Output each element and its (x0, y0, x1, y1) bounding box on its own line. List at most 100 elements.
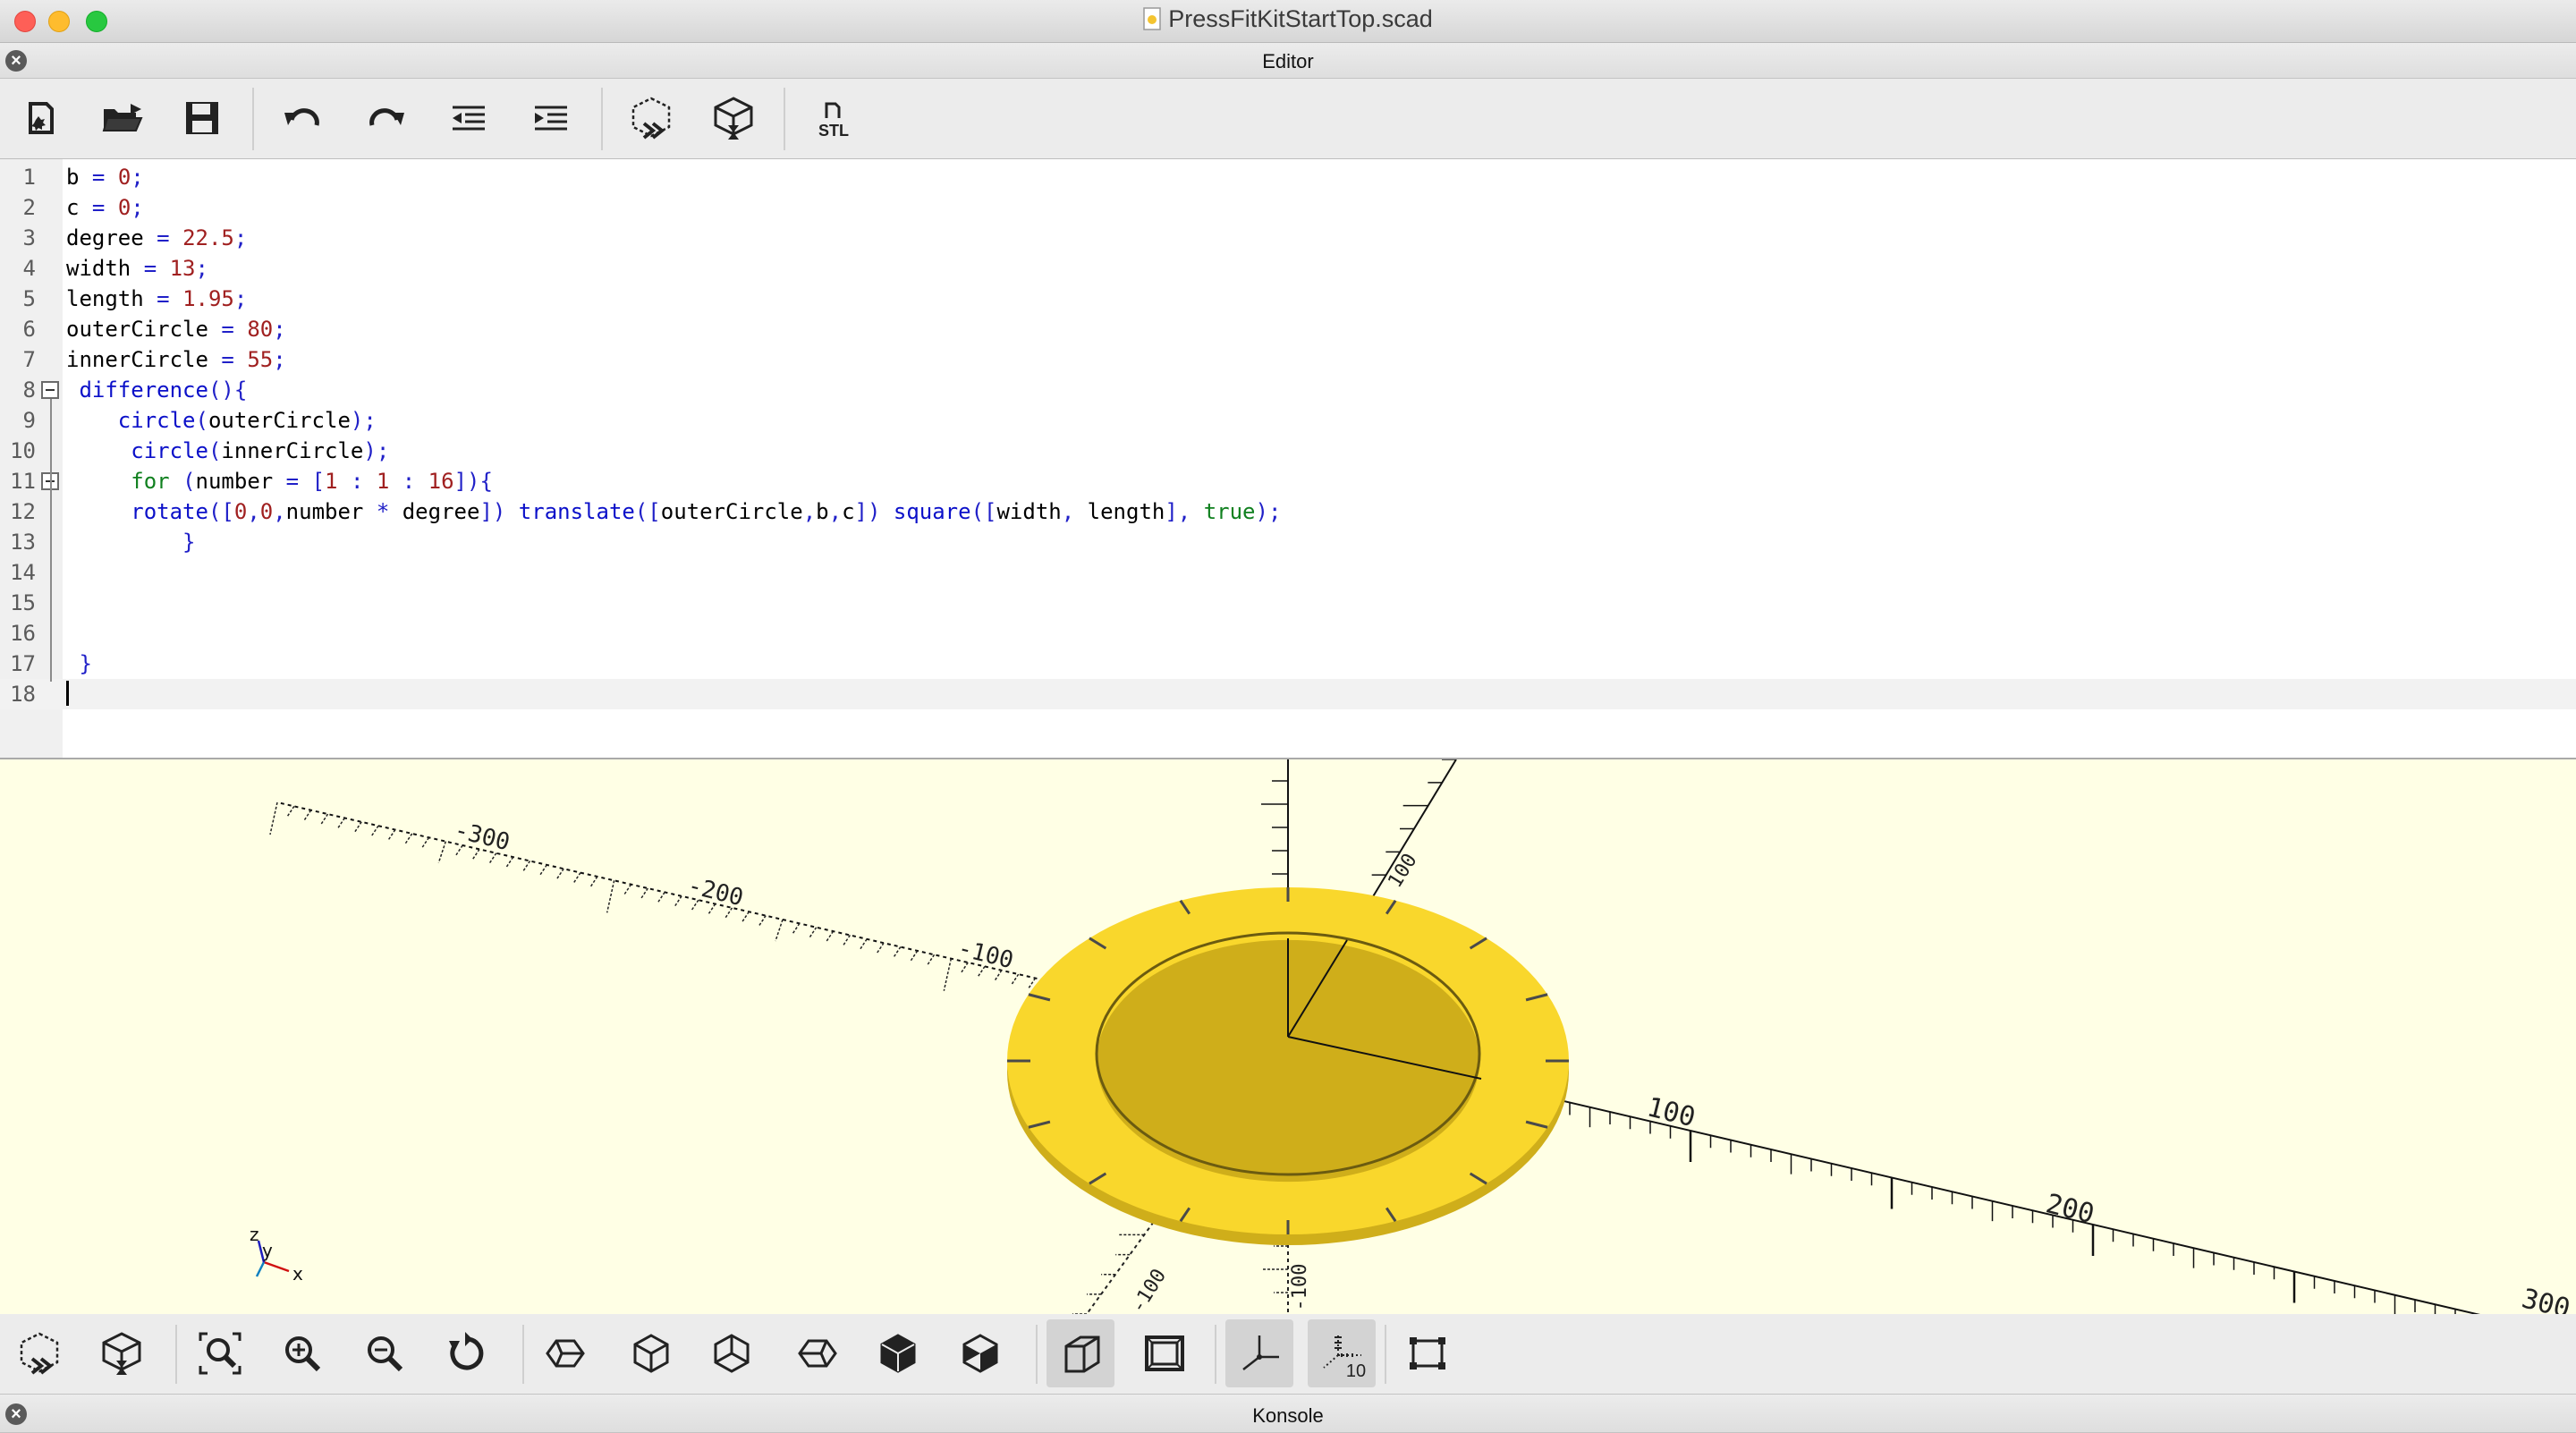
view-back-icon (962, 1334, 998, 1373)
axis-tick (691, 899, 699, 912)
code-line[interactable]: 11 for (number = [1 : 1 : 16]){ (0, 466, 2576, 496)
axis-tick (589, 876, 598, 888)
render-icon (714, 97, 753, 140)
code-text: } (182, 530, 196, 555)
code-line[interactable]: 13 } (0, 527, 2576, 557)
indent-button[interactable] (517, 84, 585, 152)
viewport-canvas[interactable]: 100200300-100-200-300100-100 -100 xyz (0, 759, 2576, 1314)
editor-dock-header: × Editor (0, 43, 2576, 79)
toolbar-separator (1385, 1325, 1386, 1384)
undo-button[interactable] (268, 84, 336, 152)
view-left-button[interactable] (784, 1319, 852, 1387)
toolbar-separator (1036, 1325, 1038, 1384)
toolbar-separator (601, 88, 603, 150)
code-line[interactable]: 9 circle(outerCircle); (0, 405, 2576, 436)
axis-tick (505, 856, 514, 869)
neg-x-axis-label: -300 (452, 817, 513, 856)
new-file-button[interactable] (5, 84, 73, 152)
axis-tick (674, 895, 682, 908)
axis-tick (758, 915, 767, 928)
save-file-button[interactable] (168, 84, 236, 152)
save-file-icon (186, 102, 218, 134)
code-text: degree = 22.5; (66, 225, 248, 250)
zoom-in-button[interactable] (268, 1319, 336, 1387)
code-line[interactable]: 2 c = 0; (0, 192, 2576, 223)
show-scale-markers-button[interactable]: 10 (1308, 1319, 1376, 1387)
editor-dock-title: Editor (1262, 50, 1314, 72)
axis-tick (708, 903, 716, 915)
axis-tick (741, 911, 750, 923)
fold-toggle-icon[interactable] (41, 381, 59, 399)
render-icon (102, 1332, 141, 1375)
axis-tick (319, 813, 329, 826)
gizmo-x-axis (263, 1260, 290, 1273)
view-front-button[interactable] (864, 1319, 932, 1387)
orthogonal-button[interactable] (1131, 1319, 1199, 1387)
code-line[interactable]: 10 circle(innerCircle); (0, 436, 2576, 466)
preview-icon (631, 97, 671, 140)
code-line[interactable]: 8 difference(){ (0, 375, 2576, 405)
axis-tick (521, 861, 531, 872)
perspective-button[interactable] (1046, 1319, 1114, 1387)
code-line[interactable]: 1 b = 0; (0, 162, 2576, 192)
zoom-out-button[interactable] (351, 1319, 419, 1387)
show-scale-markers-icon: 10 (1323, 1334, 1366, 1380)
toolbar-separator (784, 88, 785, 150)
show-edges-icon (1410, 1337, 1445, 1369)
axis-tick (825, 930, 835, 943)
toolbar-separator (252, 88, 254, 150)
view-bottom-button[interactable] (698, 1319, 766, 1387)
preview-button[interactable] (5, 1319, 73, 1387)
show-edges-button[interactable] (1394, 1319, 1462, 1387)
axis-tick (353, 821, 362, 834)
code-text: circle(innerCircle); (131, 438, 390, 463)
code-text: length = 1.95; (66, 286, 248, 311)
code-line[interactable]: 7 innerCircle = 55; (0, 344, 2576, 375)
export-stl-button[interactable]: STL (800, 84, 868, 152)
axis-tick (792, 922, 801, 935)
3d-viewport[interactable]: 100 200 300 -100 -200 -300 100 -100 -100 xyz (0, 759, 2576, 1314)
redo-button[interactable] (352, 84, 420, 152)
view-right-button[interactable] (531, 1319, 599, 1387)
code-line[interactable]: 16 (0, 618, 2576, 649)
code-line[interactable]: 4 width = 13; (0, 253, 2576, 284)
axis-tick (910, 950, 919, 962)
view-back-button[interactable] (946, 1319, 1014, 1387)
view-left-icon (798, 1339, 837, 1368)
code-line[interactable]: 14 (0, 557, 2576, 588)
code-editor[interactable]: 1 b = 0; 2 c = 0; 3 degree = 22.5; 4 width = 13… (0, 158, 2576, 759)
axis-tick (606, 880, 615, 913)
window-title-text: PressFitKitStartTop.scad (1168, 5, 1433, 32)
line-number: 12 (10, 499, 36, 524)
axis-tick (538, 864, 547, 877)
code-line[interactable]: 15 (0, 588, 2576, 618)
code-line[interactable]: 17 } (0, 649, 2576, 679)
axis-tick (893, 946, 902, 958)
axis-tick (555, 868, 564, 880)
unindent-button[interactable] (435, 84, 503, 152)
reset-view-button[interactable] (433, 1319, 501, 1387)
axis-tick (859, 938, 868, 951)
code-line[interactable]: 12 rotate([0,0,number * degree]) transla… (0, 496, 2576, 527)
render-button[interactable] (88, 1319, 156, 1387)
view-all-button[interactable] (186, 1319, 254, 1387)
show-axes-button[interactable] (1225, 1319, 1293, 1387)
toolbar-separator (175, 1325, 177, 1384)
line-number: 15 (10, 590, 36, 615)
svg-text:10: 10 (1346, 1361, 1366, 1380)
unindent-icon (453, 106, 485, 131)
preview-button[interactable] (617, 84, 685, 152)
code-line[interactable]: 6 outerCircle = 80; (0, 314, 2576, 344)
axis-tick (623, 884, 632, 896)
zoom-in-icon (285, 1336, 321, 1372)
view-bottom-icon (714, 1334, 750, 1373)
toolbar-separator (1215, 1325, 1216, 1384)
view-all-icon (199, 1332, 242, 1375)
code-line[interactable]: 5 length = 1.95; (0, 284, 2576, 314)
code-lines[interactable]: 1 b = 0; 2 c = 0; 3 degree = 22.5; 4 width = 13… (0, 162, 2576, 709)
code-line[interactable]: 3 degree = 22.5; (0, 223, 2576, 253)
render-button[interactable] (699, 84, 767, 152)
code-line[interactable]: 18 (0, 679, 2576, 709)
view-top-button[interactable] (617, 1319, 685, 1387)
open-file-button[interactable] (88, 84, 156, 152)
